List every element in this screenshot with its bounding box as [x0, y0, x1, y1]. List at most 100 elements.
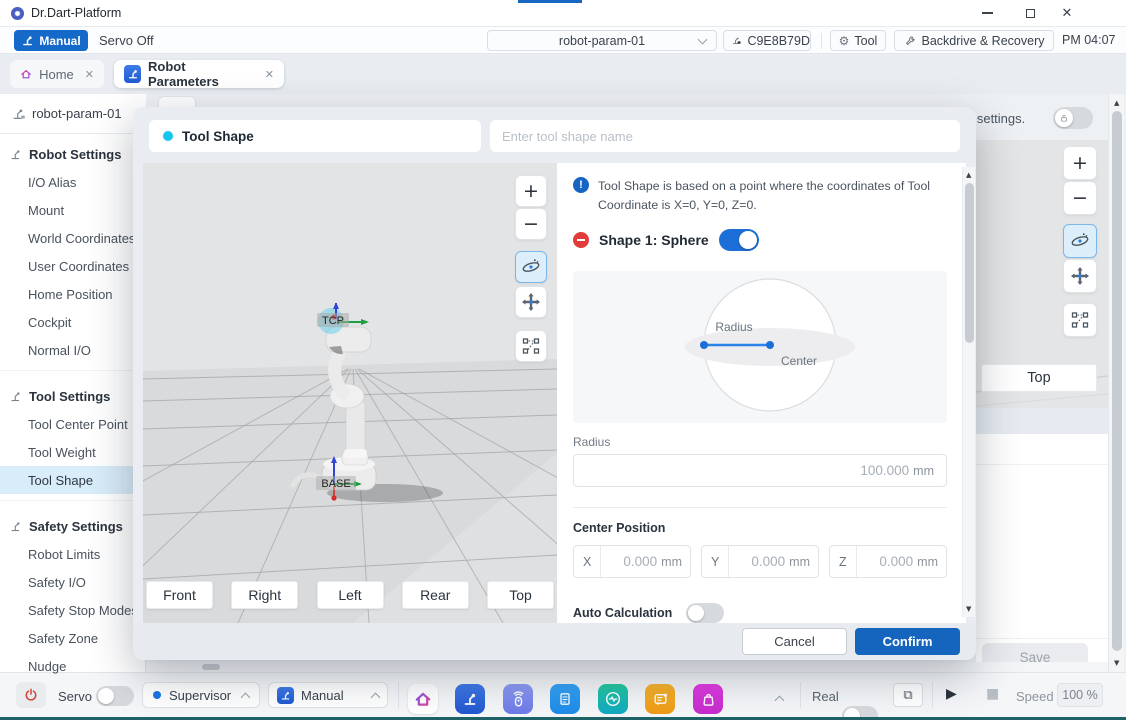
- 3d-simulation-button[interactable]: ⧉: [893, 683, 923, 707]
- maximize-button[interactable]: [1013, 0, 1047, 26]
- bg-zoom-out-button[interactable]: −: [1063, 181, 1097, 215]
- viewer-zoom-out-button[interactable]: −: [515, 208, 547, 240]
- sidebar-item-safety-stop-modes[interactable]: Safety Stop Modes: [0, 596, 146, 624]
- panel-scrollbar[interactable]: ▲ ▼: [962, 167, 975, 617]
- sidebar-item-normal-io[interactable]: Normal I/O: [0, 336, 146, 364]
- dock-expand-chevron-icon[interactable]: [775, 696, 785, 706]
- settings-lock-toggle[interactable]: [1053, 107, 1093, 129]
- viewer-zoom-in-button[interactable]: +: [515, 175, 547, 207]
- cyan-dot-icon: [163, 131, 173, 141]
- base-label: BASE: [321, 478, 350, 490]
- app-title: Dr.Dart-Platform: [31, 6, 121, 20]
- speed-label: Speed: [1016, 689, 1054, 704]
- view-left-button[interactable]: Left: [317, 581, 384, 609]
- minimize-button[interactable]: [970, 0, 1004, 26]
- confirm-button[interactable]: Confirm: [855, 628, 960, 655]
- app-home[interactable]: [408, 684, 438, 714]
- play-button[interactable]: ▶: [946, 686, 957, 702]
- sidebar-item-robot-limits[interactable]: Robot Limits: [0, 540, 146, 568]
- bg-pan-button[interactable]: [1063, 259, 1097, 293]
- robot-serial-button[interactable]: C9E8B79D: [723, 30, 811, 51]
- app-jog[interactable]: [503, 684, 533, 714]
- tab-robot-parameters[interactable]: Robot Parameters ✕: [114, 60, 284, 88]
- sidebar-item-tool-shape[interactable]: Tool Shape: [0, 466, 146, 494]
- mode-manual-button[interactable]: Manual: [14, 30, 88, 51]
- backdrive-recovery-button[interactable]: Backdrive & Recovery: [894, 30, 1054, 51]
- viewer-pan-button[interactable]: [515, 286, 547, 318]
- center-position-label: Center Position: [573, 521, 665, 535]
- title-bar: Dr.Dart-Platform ✕: [0, 0, 1126, 27]
- robot-param-select[interactable]: robot-param-01: [487, 30, 717, 51]
- scroll-up-icon[interactable]: ▲: [1114, 99, 1119, 107]
- home-app-icon: [414, 690, 432, 708]
- scroll-down-icon[interactable]: ▼: [966, 605, 971, 613]
- role-select[interactable]: Supervisor: [142, 682, 260, 708]
- mode-select[interactable]: Manual: [268, 682, 388, 708]
- shape-enabled-toggle[interactable]: [719, 229, 759, 251]
- robot-icon: [10, 148, 23, 161]
- page-h-scrollbar-thumb[interactable]: [202, 664, 220, 670]
- sidebar-item-cockpit[interactable]: Cockpit: [0, 308, 146, 336]
- maximize-icon: [1026, 9, 1035, 18]
- view-right-button[interactable]: Right: [231, 581, 298, 609]
- tool-shape-3d-viewer[interactable]: TCP BASE +: [143, 163, 557, 623]
- sidebar-item-user-coordinates[interactable]: User Coordinates: [0, 252, 146, 280]
- page-scrollbar[interactable]: ▲ ▼: [1108, 94, 1124, 672]
- auto-calculation-toggle[interactable]: [686, 603, 724, 623]
- tab-home-label: Home: [39, 67, 74, 82]
- radius-input[interactable]: 100.000 mm: [573, 454, 947, 487]
- remove-shape-icon[interactable]: [573, 232, 589, 248]
- app-log[interactable]: [645, 684, 675, 714]
- center-y-input[interactable]: Y 0.000 mm: [701, 545, 819, 578]
- toolbar-divider: [821, 33, 822, 49]
- servo-status-label: Servo Off: [99, 33, 154, 48]
- minus-icon: −: [1072, 189, 1088, 208]
- bg-orbit-button[interactable]: [1063, 224, 1097, 258]
- sidebar-item-io-alias[interactable]: I/O Alias: [0, 168, 146, 196]
- app-task[interactable]: [550, 684, 580, 714]
- tab-robot-parameters-close-icon[interactable]: ✕: [265, 68, 274, 81]
- scroll-down-icon[interactable]: ▼: [1114, 659, 1119, 667]
- page-scrollbar-thumb[interactable]: [1112, 111, 1122, 651]
- app-robot-params[interactable]: [455, 684, 485, 714]
- view-rear-button[interactable]: Rear: [402, 581, 469, 609]
- bg-view-top-button[interactable]: Top: [981, 364, 1097, 392]
- sidebar-item-mount[interactable]: Mount: [0, 196, 146, 224]
- stop-button[interactable]: ■: [986, 686, 999, 702]
- tab-home-close-icon[interactable]: ✕: [85, 68, 94, 81]
- sidebar-item-home-position[interactable]: Home Position: [0, 280, 146, 308]
- tool-button[interactable]: ⚙ Tool: [830, 30, 886, 51]
- sidebar-item-safety-zone[interactable]: Safety Zone: [0, 624, 146, 652]
- center-z-input[interactable]: Z 0.000 mm: [829, 545, 947, 578]
- cancel-button[interactable]: Cancel: [742, 628, 847, 655]
- bg-zoom-in-button[interactable]: +: [1063, 146, 1097, 180]
- viewer-orbit-button[interactable]: [515, 251, 547, 283]
- lock-icon: [1059, 113, 1069, 123]
- chevron-down-icon: [698, 35, 708, 45]
- close-button[interactable]: ✕: [1050, 0, 1084, 26]
- tool-shape-name-input[interactable]: [490, 120, 960, 152]
- tab-home[interactable]: Home ✕: [10, 60, 104, 88]
- viewer-measure-button[interactable]: [515, 330, 547, 362]
- panel-scrollbar-thumb[interactable]: [965, 183, 974, 343]
- robot-mode-icon: [21, 34, 34, 47]
- sidebar-item-safety-io[interactable]: Safety I/O: [0, 568, 146, 596]
- speed-value-box[interactable]: 100 %: [1057, 683, 1103, 707]
- sidebar-item-tool-weight[interactable]: Tool Weight: [0, 438, 146, 466]
- bg-measure-button[interactable]: [1063, 303, 1097, 337]
- view-top-button[interactable]: Top: [487, 581, 554, 609]
- sidebar-item-nudge[interactable]: Nudge: [0, 652, 146, 680]
- bg-content-panel: [976, 434, 1108, 672]
- page-h-scrollbar[interactable]: [146, 662, 1108, 672]
- view-front-button[interactable]: Front: [146, 581, 213, 609]
- speed-value: 100 %: [1062, 688, 1097, 702]
- center-x-input[interactable]: X 0.000 mm: [573, 545, 691, 578]
- power-button[interactable]: [16, 682, 46, 708]
- sidebar-item-tool-center-point[interactable]: Tool Center Point: [0, 410, 146, 438]
- servo-toggle[interactable]: [96, 686, 134, 706]
- app-monitor[interactable]: [598, 684, 628, 714]
- sidebar-item-world-coordinates[interactable]: World Coordinates: [0, 224, 146, 252]
- app-store[interactable]: [693, 684, 723, 714]
- scroll-up-icon[interactable]: ▲: [966, 171, 971, 179]
- dialog-body: TCP BASE +: [143, 163, 966, 623]
